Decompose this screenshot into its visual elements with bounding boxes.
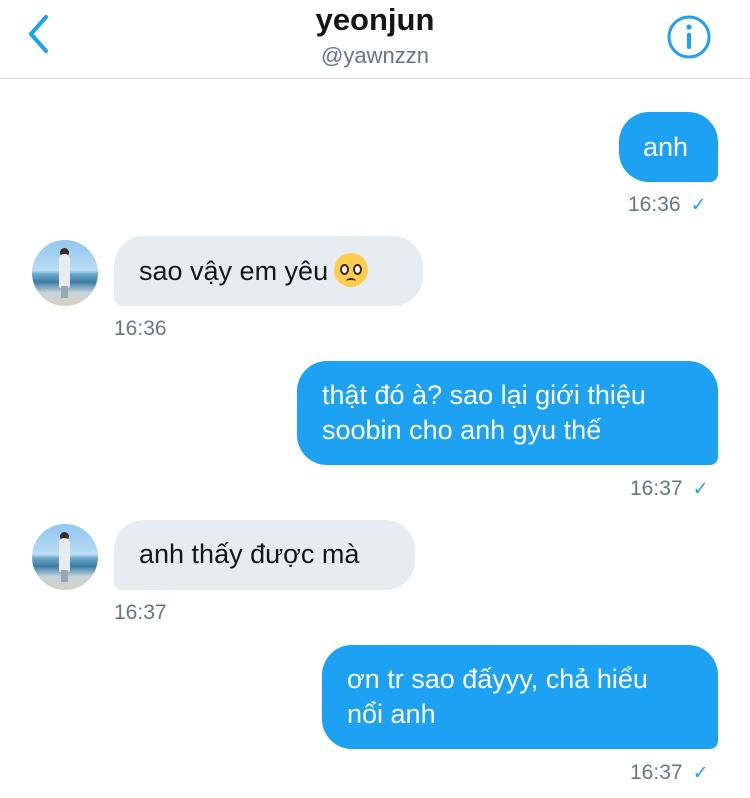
message-text: anh thấy được mà [139, 539, 360, 569]
message-bubble-outgoing[interactable]: thật đó à? sao lại giới thiệu soobin cho… [297, 361, 718, 465]
message-timestamp: 16:37 ✓ [630, 477, 709, 500]
checkmark-icon: ✓ [690, 195, 707, 216]
message-bubble-outgoing[interactable]: anh [619, 112, 718, 182]
checkmark-icon: ✓ [692, 479, 709, 500]
message-bubble-incoming[interactable]: anh thấy được mà [114, 520, 415, 590]
conversation-header: yeonjun @yawnzzn [0, 0, 750, 79]
message-timestamp: 16:36 [114, 317, 167, 340]
message-timestamp: 16:37 [114, 601, 167, 624]
avatar[interactable] [32, 524, 98, 590]
message-text-line: ơn tr sao đấyyy, chả hiểu [347, 664, 648, 694]
avatar[interactable] [32, 240, 98, 306]
info-button[interactable] [666, 14, 712, 60]
message-text: anh [643, 132, 689, 162]
message-text-line: nổi anh [347, 699, 436, 729]
user-handle: @yawnzzn [321, 43, 429, 68]
conversation-title: yeonjun [315, 2, 435, 37]
message-timestamp: 16:37 ✓ [630, 761, 709, 784]
info-circle-icon [667, 15, 711, 59]
message-text-line: soobin cho anh gyu thế [322, 415, 602, 445]
message-timestamp: 16:36 ✓ [628, 193, 707, 216]
message-text-line: thật đó à? sao lại giới thiệu [322, 380, 646, 410]
checkmark-icon: ✓ [692, 763, 709, 784]
message-bubble-outgoing[interactable]: ơn tr sao đấyyy, chả hiểu nổi anh [322, 645, 718, 749]
message-bubble-incoming[interactable]: sao vậy em yêu [114, 236, 423, 306]
pleading-face-emoji [334, 253, 369, 287]
message-text: sao vậy em yêu [139, 256, 329, 286]
